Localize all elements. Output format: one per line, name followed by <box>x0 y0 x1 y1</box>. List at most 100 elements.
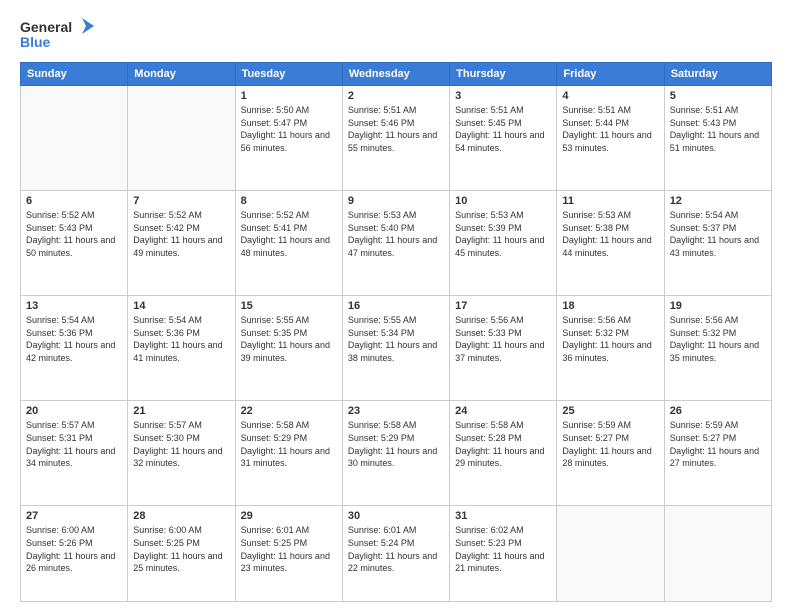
day-number: 13 <box>26 300 122 312</box>
weekday-header-friday: Friday <box>557 63 664 86</box>
calendar-cell: 30 Sunrise: 6:01 AMSunset: 5:24 PMDayligh… <box>342 506 449 602</box>
day-number: 19 <box>670 300 766 312</box>
calendar-cell: 26Sunrise: 5:59 AMSunset: 5:27 PMDayligh… <box>664 401 771 506</box>
header: GeneralBlue <box>20 16 772 52</box>
cell-details: Sunrise: 5:56 AMSunset: 5:32 PMDaylight:… <box>562 314 658 364</box>
cell-details: Sunrise: 5:51 AMSunset: 5:43 PMDaylight:… <box>670 104 766 154</box>
calendar-cell: 2 Sunrise: 5:51 AMSunset: 5:46 PMDaylight… <box>342 86 449 191</box>
svg-text:Blue: Blue <box>20 34 51 50</box>
calendar-cell: 13 Sunrise: 5:54 AMSunset: 5:36 PMDayligh… <box>21 296 128 401</box>
cell-details: Sunrise: 5:58 AMSunset: 5:28 PMDaylight:… <box>455 419 551 469</box>
calendar-row-2: 13 Sunrise: 5:54 AMSunset: 5:36 PMDayligh… <box>21 296 772 401</box>
day-number: 23 <box>348 405 444 417</box>
day-number: 3 <box>455 90 551 102</box>
weekday-header-sunday: Sunday <box>21 63 128 86</box>
calendar-row-4: 27 Sunrise: 6:00 AMSunset: 5:26 PMDayligh… <box>21 506 772 602</box>
day-number: 7 <box>133 195 229 207</box>
calendar-cell: 11 Sunrise: 5:53 AMSunset: 5:38 PMDayligh… <box>557 191 664 296</box>
day-number: 14 <box>133 300 229 312</box>
cell-details: Sunrise: 6:00 AMSunset: 5:26 PMDaylight:… <box>26 524 122 574</box>
calendar-cell: 14 Sunrise: 5:54 AMSunset: 5:36 PMDayligh… <box>128 296 235 401</box>
day-number: 9 <box>348 195 444 207</box>
day-number: 18 <box>562 300 658 312</box>
cell-details: Sunrise: 5:58 AMSunset: 5:29 PMDaylight:… <box>241 419 337 469</box>
calendar-cell: 15Sunrise: 5:55 AMSunset: 5:35 PMDayligh… <box>235 296 342 401</box>
calendar-cell: 22Sunrise: 5:58 AMSunset: 5:29 PMDayligh… <box>235 401 342 506</box>
day-number: 17 <box>455 300 551 312</box>
cell-details: Sunrise: 5:52 AMSunset: 5:42 PMDaylight:… <box>133 209 229 259</box>
weekday-header-monday: Monday <box>128 63 235 86</box>
cell-details: Sunrise: 6:02 AMSunset: 5:23 PMDaylight:… <box>455 524 551 574</box>
cell-details: Sunrise: 5:56 AMSunset: 5:32 PMDaylight:… <box>670 314 766 364</box>
day-number: 15 <box>241 300 337 312</box>
day-number: 30 <box>348 510 444 522</box>
cell-details: Sunrise: 5:59 AMSunset: 5:27 PMDaylight:… <box>670 419 766 469</box>
calendar-row-1: 6Sunrise: 5:52 AMSunset: 5:43 PMDaylight… <box>21 191 772 296</box>
cell-details: Sunrise: 5:53 AMSunset: 5:39 PMDaylight:… <box>455 209 551 259</box>
calendar-body: 1Sunrise: 5:50 AMSunset: 5:47 PMDaylight… <box>21 86 772 602</box>
calendar-cell: 23Sunrise: 5:58 AMSunset: 5:29 PMDayligh… <box>342 401 449 506</box>
cell-details: Sunrise: 6:00 AMSunset: 5:25 PMDaylight:… <box>133 524 229 574</box>
calendar-cell <box>557 506 664 602</box>
calendar-cell: 6Sunrise: 5:52 AMSunset: 5:43 PMDaylight… <box>21 191 128 296</box>
day-number: 4 <box>562 90 658 102</box>
generalblue-logo-svg: GeneralBlue <box>20 16 100 52</box>
cell-details: Sunrise: 5:54 AMSunset: 5:36 PMDaylight:… <box>26 314 122 364</box>
calendar-cell: 24 Sunrise: 5:58 AMSunset: 5:28 PMDayligh… <box>450 401 557 506</box>
svg-text:General: General <box>20 19 72 35</box>
calendar-row-0: 1Sunrise: 5:50 AMSunset: 5:47 PMDaylight… <box>21 86 772 191</box>
calendar-cell: 25 Sunrise: 5:59 AMSunset: 5:27 PMDayligh… <box>557 401 664 506</box>
day-number: 10 <box>455 195 551 207</box>
calendar-cell: 3 Sunrise: 5:51 AMSunset: 5:45 PMDaylight… <box>450 86 557 191</box>
calendar-cell <box>128 86 235 191</box>
calendar-cell <box>21 86 128 191</box>
calendar-cell: 12 Sunrise: 5:54 AMSunset: 5:37 PMDayligh… <box>664 191 771 296</box>
weekday-header-thursday: Thursday <box>450 63 557 86</box>
weekday-header-wednesday: Wednesday <box>342 63 449 86</box>
calendar-table: SundayMondayTuesdayWednesdayThursdayFrid… <box>20 62 772 602</box>
day-number: 31 <box>455 510 551 522</box>
calendar-cell: 9 Sunrise: 5:53 AMSunset: 5:40 PMDaylight… <box>342 191 449 296</box>
calendar-cell: 28 Sunrise: 6:00 AMSunset: 5:25 PMDayligh… <box>128 506 235 602</box>
cell-details: Sunrise: 5:52 AMSunset: 5:43 PMDaylight:… <box>26 209 122 259</box>
cell-details: Sunrise: 6:01 AMSunset: 5:24 PMDaylight:… <box>348 524 444 574</box>
calendar-cell: 19 Sunrise: 5:56 AMSunset: 5:32 PMDayligh… <box>664 296 771 401</box>
calendar-cell: 10 Sunrise: 5:53 AMSunset: 5:39 PMDayligh… <box>450 191 557 296</box>
day-number: 20 <box>26 405 122 417</box>
calendar-row-3: 20 Sunrise: 5:57 AMSunset: 5:31 PMDayligh… <box>21 401 772 506</box>
day-number: 11 <box>562 195 658 207</box>
cell-details: Sunrise: 5:54 AMSunset: 5:36 PMDaylight:… <box>133 314 229 364</box>
logo: GeneralBlue <box>20 16 100 52</box>
cell-details: Sunrise: 5:51 AMSunset: 5:45 PMDaylight:… <box>455 104 551 154</box>
day-number: 5 <box>670 90 766 102</box>
cell-details: Sunrise: 5:56 AMSunset: 5:33 PMDaylight:… <box>455 314 551 364</box>
weekday-header-row: SundayMondayTuesdayWednesdayThursdayFrid… <box>21 63 772 86</box>
calendar-cell: 20 Sunrise: 5:57 AMSunset: 5:31 PMDayligh… <box>21 401 128 506</box>
day-number: 16 <box>348 300 444 312</box>
weekday-header-tuesday: Tuesday <box>235 63 342 86</box>
weekday-header-saturday: Saturday <box>664 63 771 86</box>
page: GeneralBlue SundayMondayTuesdayWednesday… <box>0 0 792 612</box>
cell-details: Sunrise: 5:53 AMSunset: 5:40 PMDaylight:… <box>348 209 444 259</box>
day-number: 24 <box>455 405 551 417</box>
day-number: 12 <box>670 195 766 207</box>
day-number: 2 <box>348 90 444 102</box>
calendar-cell: 1Sunrise: 5:50 AMSunset: 5:47 PMDaylight… <box>235 86 342 191</box>
day-number: 27 <box>26 510 122 522</box>
calendar-cell: 17 Sunrise: 5:56 AMSunset: 5:33 PMDayligh… <box>450 296 557 401</box>
cell-details: Sunrise: 5:53 AMSunset: 5:38 PMDaylight:… <box>562 209 658 259</box>
cell-details: Sunrise: 5:51 AMSunset: 5:46 PMDaylight:… <box>348 104 444 154</box>
cell-details: Sunrise: 5:55 AMSunset: 5:34 PMDaylight:… <box>348 314 444 364</box>
cell-details: Sunrise: 5:59 AMSunset: 5:27 PMDaylight:… <box>562 419 658 469</box>
calendar-cell: 27 Sunrise: 6:00 AMSunset: 5:26 PMDayligh… <box>21 506 128 602</box>
calendar-cell: 31 Sunrise: 6:02 AMSunset: 5:23 PMDayligh… <box>450 506 557 602</box>
calendar-cell <box>664 506 771 602</box>
day-number: 25 <box>562 405 658 417</box>
cell-details: Sunrise: 5:52 AMSunset: 5:41 PMDaylight:… <box>241 209 337 259</box>
calendar-cell: 21Sunrise: 5:57 AMSunset: 5:30 PMDayligh… <box>128 401 235 506</box>
cell-details: Sunrise: 5:57 AMSunset: 5:31 PMDaylight:… <box>26 419 122 469</box>
calendar-cell: 7 Sunrise: 5:52 AMSunset: 5:42 PMDaylight… <box>128 191 235 296</box>
calendar-cell: 29Sunrise: 6:01 AMSunset: 5:25 PMDayligh… <box>235 506 342 602</box>
day-number: 28 <box>133 510 229 522</box>
cell-details: Sunrise: 5:54 AMSunset: 5:37 PMDaylight:… <box>670 209 766 259</box>
